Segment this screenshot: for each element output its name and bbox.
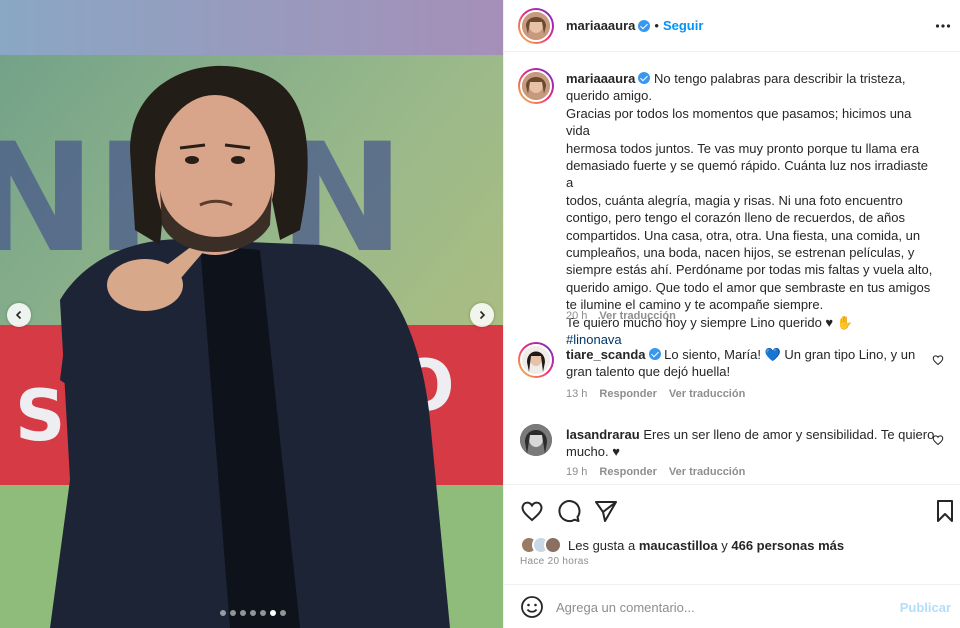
caption-avatar[interactable]: [518, 68, 554, 104]
more-horizontal-icon[interactable]: [935, 18, 951, 34]
caption-line: todos, cuánta alegría, magia y risas. Ni…: [566, 192, 903, 208]
likes-summary: Les gusta a maucastilloa y 466 personas …: [520, 536, 844, 554]
carousel-prev-button[interactable]: [7, 303, 31, 327]
separator: •: [654, 18, 659, 33]
translate-link[interactable]: Ver traducción: [669, 466, 745, 478]
carousel-dot: [240, 610, 246, 616]
follow-button[interactable]: Seguir: [663, 18, 703, 33]
caption-line: hermosa todos juntos. Te vas muy pronto …: [566, 140, 920, 156]
carousel-dot: [220, 610, 226, 616]
commenter-username[interactable]: tiare_scanda: [566, 347, 646, 362]
post-media[interactable]: NIÓN SE O: [0, 0, 503, 628]
add-comment-bar: Publicar: [504, 584, 960, 628]
author-username[interactable]: mariaaaura: [566, 18, 635, 33]
post-side-panel: mariaaaura • Seguir mariaaaura No tengo …: [503, 0, 960, 628]
comment-meta: 19 h Responder Ver traducción: [566, 466, 745, 478]
heart-outline-icon[interactable]: [932, 434, 944, 446]
verified-badge-icon: [638, 72, 651, 84]
likes-connector: y: [721, 537, 728, 553]
save-bookmark-icon[interactable]: [933, 499, 957, 523]
caption-text: mariaaaura No tengo palabras para descri…: [566, 70, 938, 349]
comment-bubble-icon[interactable]: [557, 499, 581, 523]
post-header: mariaaaura • Seguir: [504, 0, 960, 52]
likes-others-link[interactable]: 466 personas más: [731, 538, 844, 553]
commenter-username[interactable]: lasandrarau: [566, 427, 640, 442]
publish-button[interactable]: Publicar: [900, 600, 951, 615]
post-photo: NIÓN SE O: [0, 0, 503, 628]
verified-badge-icon: [648, 348, 661, 360]
commenter-avatar[interactable]: [520, 424, 552, 456]
post-actions: [504, 484, 960, 584]
comment-meta: 13 h Responder Ver traducción: [566, 388, 745, 400]
caption-meta: 20 h Ver traducción: [566, 310, 676, 322]
likes-prefix: Les gusta a: [568, 537, 636, 553]
liker-username[interactable]: maucastilloa: [639, 538, 718, 553]
post-timestamp[interactable]: Hace 20 horas: [520, 556, 589, 567]
chevron-right-icon: [479, 310, 486, 320]
caption-line: querido amigo. Que todo el amor que semb…: [566, 279, 931, 295]
carousel-indicator: [220, 610, 286, 616]
chevron-left-icon: [15, 310, 22, 320]
comments-list[interactable]: mariaaaura No tengo palabras para descri…: [504, 52, 960, 484]
post-caption: mariaaaura No tengo palabras para descri…: [518, 68, 948, 347]
caption-line: No tengo palabras para describir la tris…: [654, 71, 906, 86]
translate-link[interactable]: Ver traducción: [669, 388, 745, 400]
comment-text: tiare_scanda Lo siento, María! 💙 Un gran…: [566, 346, 938, 381]
comment-text: lasandrarau Eres un ser lleno de amor y …: [566, 426, 938, 461]
carousel-dot: [260, 610, 266, 616]
verified-badge-icon: [638, 19, 651, 32]
caption-line: demasiado fuerte y se quemó rápido. Cuán…: [566, 158, 929, 191]
comment-line: mucho. ♥: [566, 444, 620, 460]
carousel-next-button[interactable]: [470, 303, 494, 327]
caption-time[interactable]: 20 h: [566, 310, 587, 322]
comment-time[interactable]: 13 h: [566, 388, 587, 400]
caption-line: siempre estás ahí. Perdóname por todas m…: [566, 262, 933, 278]
emoji-icon[interactable]: [520, 595, 544, 619]
caption-line: compartidos. Una casa, otra, otra. Una f…: [566, 227, 921, 243]
comment-input[interactable]: [556, 597, 886, 617]
carousel-dot-active: [270, 610, 276, 616]
reply-link[interactable]: Responder: [599, 388, 656, 400]
author-avatar[interactable]: [518, 8, 554, 44]
carousel-dot: [250, 610, 256, 616]
liker-avatar[interactable]: [544, 536, 562, 554]
translate-link[interactable]: Ver traducción: [599, 310, 675, 322]
like-heart-icon[interactable]: [520, 499, 544, 523]
caption-line: cumpleaños, una boda, nacen hijos, se es…: [566, 245, 915, 261]
caption-username[interactable]: mariaaaura: [566, 71, 635, 86]
comment-line: gran talento que dejó huella!: [566, 364, 731, 380]
comment-time[interactable]: 19 h: [566, 466, 587, 478]
comment-item: tiare_scanda Lo siento, María! 💙 Un gran…: [518, 342, 948, 402]
heart-outline-icon[interactable]: [932, 354, 944, 366]
reply-link[interactable]: Responder: [599, 466, 656, 478]
caption-line: contigo, pero tengo el corazón lleno de …: [566, 210, 905, 226]
comment-item: lasandrarau Eres un ser lleno de amor y …: [518, 422, 948, 482]
comment-line: Eres un ser lleno de amor y sensibilidad…: [643, 427, 935, 442]
share-send-icon[interactable]: [594, 499, 618, 523]
carousel-dot: [230, 610, 236, 616]
commenter-avatar[interactable]: [518, 342, 554, 378]
comment-line: Lo siento, María! 💙 Un gran tipo Lino, y…: [664, 347, 916, 362]
caption-line: Gracias por todos los momentos que pasam…: [566, 105, 912, 139]
caption-line: querido amigo.: [566, 88, 652, 104]
carousel-dot: [280, 610, 286, 616]
